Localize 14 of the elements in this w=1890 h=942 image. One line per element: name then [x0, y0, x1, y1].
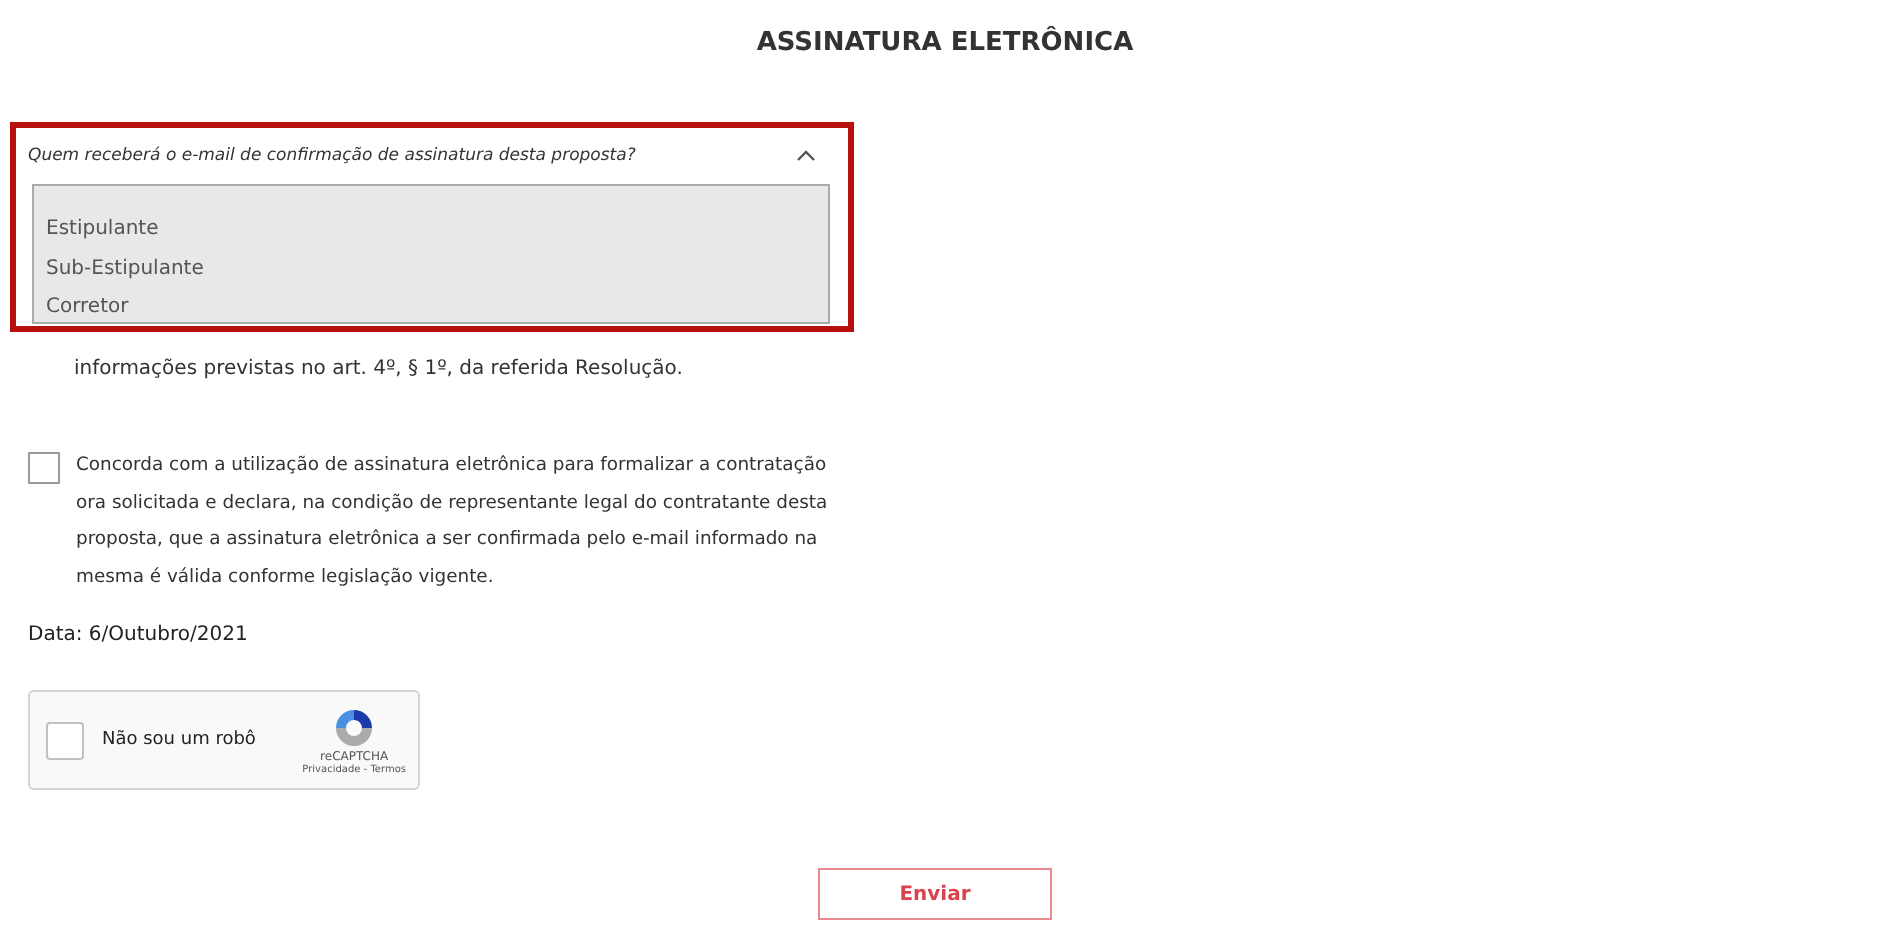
- submit-button[interactable]: Enviar: [818, 868, 1052, 920]
- dropdown-option[interactable]: Corretor: [34, 288, 828, 327]
- dropdown-label: Quem receberá o e-mail de confirmação de assinatura desta proposta?: [28, 146, 636, 166]
- captcha-label: Não sou um robô: [102, 730, 258, 750]
- caret-icon[interactable]: [796, 150, 816, 162]
- dropdown-option[interactable]: Sub-Estipulante: [34, 249, 828, 288]
- paragraph-text: informações previstas no art. 4º, § 1º, da referida Resolução.: [74, 356, 685, 384]
- recaptcha-logo-icon: [332, 705, 377, 749]
- captcha-checkbox[interactable]: [46, 721, 84, 759]
- consent-text: Concorda com a utilização de assinatura eletrônica para formalizar a contratação ora solicitada e declara, na condição de representante legal do contratante desta proposta, que a assinatura eletrônica a ser confirmada pelo e-mail informado na mesma é válida conforme legislação vigente.: [76, 452, 830, 591]
- date-text: Data: 6/Outubro/2021: [28, 624, 250, 646]
- dropdown-option[interactable]: Estipulante: [34, 210, 828, 249]
- page-title: ASSINATURA ELETRÔNICA: [754, 28, 1136, 58]
- consent-checkbox[interactable]: [28, 452, 60, 484]
